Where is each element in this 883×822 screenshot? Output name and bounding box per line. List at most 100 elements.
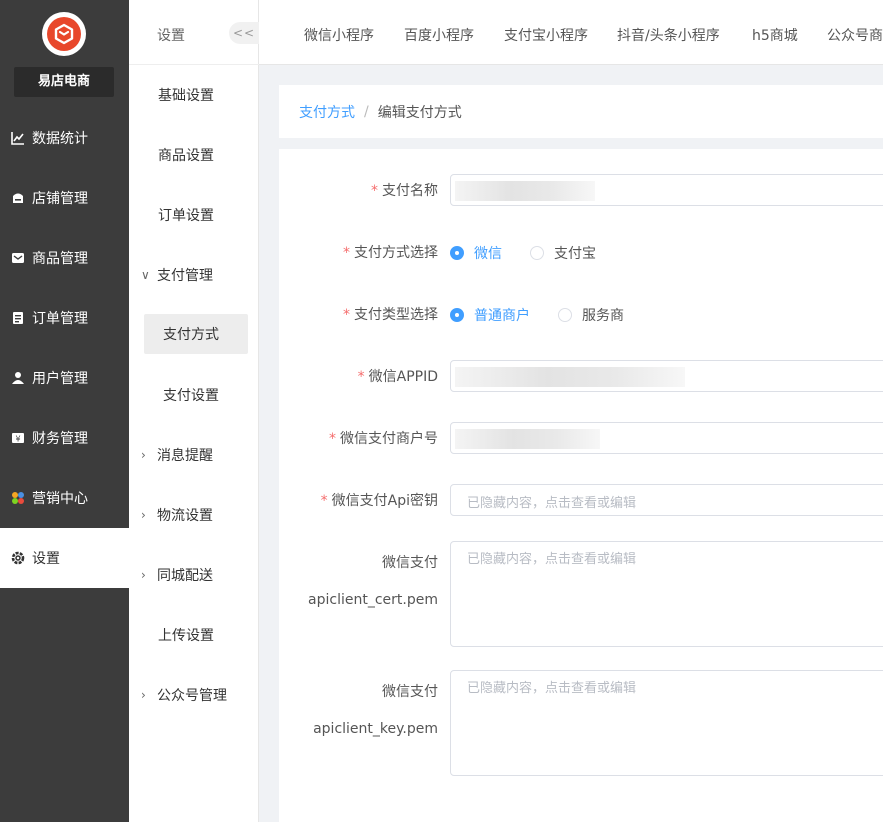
required-mark: * — [320, 493, 328, 509]
chevron-down-icon: ∨ — [141, 268, 150, 282]
submenu-label: 消息提醒 — [157, 448, 213, 464]
radio-normal-merchant-label[interactable]: 普通商户 — [474, 305, 530, 325]
nav-item-finance[interactable]: ¥ 财务管理 — [0, 408, 129, 468]
blurred-value — [455, 181, 595, 201]
nav-label: 订单管理 — [32, 311, 88, 327]
pay-type-label-text: 支付类型选择 — [354, 307, 438, 323]
marketing-icon — [11, 491, 25, 505]
appid-label: * 微信APPID — [358, 366, 438, 386]
api-key-input[interactable]: 已隐藏内容，点击查看或编辑 — [450, 484, 883, 516]
breadcrumb-parent-link[interactable]: 支付方式 — [299, 102, 355, 122]
platform-tabs: 微信小程序 百度小程序 支付宝小程序 抖音/头条小程序 h5商城 公众号商 — [259, 0, 883, 65]
submenu-label: 公众号管理 — [157, 688, 227, 704]
nav-item-marketing[interactable]: 营销中心 — [0, 468, 129, 528]
pay-type-label: * 支付类型选择 — [343, 304, 438, 324]
key-label-line2: apiclient_key.pem — [313, 721, 438, 737]
submenu-label: 支付管理 — [157, 268, 213, 284]
submenu-item-payment-method[interactable]: 支付方式 — [144, 314, 248, 354]
tab-official-account[interactable]: 公众号商 — [827, 25, 883, 45]
submenu-label: 支付方式 — [163, 327, 219, 343]
submenu-label: 上传设置 — [158, 628, 214, 644]
nav-item-users[interactable]: 用户管理 — [0, 348, 129, 408]
radio-normal-merchant[interactable] — [450, 308, 464, 322]
cert-placeholder: 已隐藏内容，点击查看或编辑 — [467, 552, 637, 567]
breadcrumb-separator: / — [364, 103, 369, 120]
collapse-button[interactable]: << — [229, 22, 259, 44]
pay-method-label: * 支付方式选择 — [343, 242, 438, 262]
yen-finance-icon: ¥ — [11, 431, 25, 445]
nav-label: 营销中心 — [32, 491, 88, 507]
required-mark: * — [357, 369, 365, 385]
brand-logo[interactable] — [42, 12, 86, 56]
appid-label-text: 微信APPID — [368, 369, 438, 385]
submenu-item-goods[interactable]: 商品设置 — [129, 135, 259, 175]
nav-item-goods[interactable]: 商品管理 — [0, 228, 129, 288]
submenu-item-messages[interactable]: › 消息提醒 — [129, 435, 259, 475]
submenu-title: 设置 — [157, 28, 185, 44]
chart-line-icon — [11, 131, 25, 145]
pay-name-label-text: 支付名称 — [382, 183, 438, 199]
chevron-right-icon: › — [141, 568, 146, 582]
submenu-label: 支付设置 — [163, 388, 219, 404]
submenu-label: 商品设置 — [158, 148, 214, 164]
submenu-item-orders[interactable]: 订单设置 — [129, 195, 259, 235]
tab-baidu-mini[interactable]: 百度小程序 — [404, 25, 474, 45]
submenu-item-official-account[interactable]: › 公众号管理 — [129, 675, 259, 715]
nav-label: 商品管理 — [32, 251, 88, 267]
pay-name-input[interactable] — [450, 174, 883, 206]
radio-wechat-label[interactable]: 微信 — [474, 243, 502, 263]
radio-service-provider[interactable] — [558, 308, 572, 322]
breadcrumb-current: 编辑支付方式 — [377, 104, 462, 121]
tab-douyin-mini[interactable]: 抖音/头条小程序 — [617, 25, 720, 45]
radio-service-provider-label[interactable]: 服务商 — [582, 305, 624, 325]
key-placeholder: 已隐藏内容，点击查看或编辑 — [467, 681, 637, 696]
store-icon — [11, 191, 25, 205]
radio-alipay-label[interactable]: 支付宝 — [554, 243, 596, 263]
nav-label: 设置 — [32, 551, 60, 567]
required-mark: * — [329, 431, 336, 447]
pay-method-label-text: 支付方式选择 — [354, 245, 438, 261]
appid-input[interactable] — [450, 360, 883, 392]
tab-h5-mall[interactable]: h5商城 — [752, 25, 798, 45]
chevron-right-icon: › — [141, 508, 146, 522]
merchant-id-input[interactable] — [450, 422, 883, 454]
order-list-icon — [11, 311, 25, 325]
tab-alipay-mini[interactable]: 支付宝小程序 — [504, 25, 588, 45]
nav-item-settings[interactable]: 设置 — [0, 528, 129, 588]
nav-item-orders[interactable]: 订单管理 — [0, 288, 129, 348]
nav-item-stats[interactable]: 数据统计 — [0, 108, 129, 168]
nav-label: 数据统计 — [32, 131, 88, 147]
submenu-item-upload[interactable]: 上传设置 — [129, 615, 259, 655]
pay-name-label: * 支付名称 — [371, 180, 438, 200]
nav-label: 用户管理 — [32, 371, 88, 387]
cert-pem-textarea[interactable]: 已隐藏内容，点击查看或编辑 — [450, 541, 883, 647]
radio-wechat[interactable] — [450, 246, 464, 260]
pay-type-radio-group: 普通商户 服务商 — [450, 305, 652, 325]
key-pem-textarea[interactable]: 已隐藏内容，点击查看或编辑 — [450, 670, 883, 776]
breadcrumb: 支付方式 / 编辑支付方式 — [279, 85, 883, 138]
radio-alipay[interactable] — [530, 246, 544, 260]
nav-label: 店铺管理 — [32, 191, 88, 207]
merchant-id-label: * 微信支付商户号 — [329, 428, 438, 448]
submenu-label: 同城配送 — [157, 568, 213, 584]
submenu-item-logistics[interactable]: › 物流设置 — [129, 495, 259, 535]
submenu-item-payment-mgmt[interactable]: ∨ 支付管理 — [129, 255, 259, 295]
submenu-item-local-delivery[interactable]: › 同城配送 — [129, 555, 259, 595]
chevron-right-icon: › — [141, 688, 146, 702]
chevron-right-icon: › — [141, 448, 146, 462]
submenu-item-payment-settings[interactable]: 支付设置 — [129, 375, 259, 415]
submenu-label: 订单设置 — [158, 208, 214, 224]
nav-item-store[interactable]: 店铺管理 — [0, 168, 129, 228]
merchant-id-label-text: 微信支付商户号 — [340, 431, 438, 447]
cert-label-line1: 微信支付 — [382, 555, 438, 571]
user-icon — [11, 371, 25, 385]
submenu-item-basic[interactable]: 基础设置 — [129, 75, 259, 115]
api-key-label: * 微信支付Api密钥 — [321, 490, 438, 510]
required-mark: * — [371, 183, 378, 199]
nav-label: 财务管理 — [32, 431, 88, 447]
submenu-label: 物流设置 — [157, 508, 213, 524]
payment-form: * 支付名称 * 支付方式选择 微信 支付宝 * 支付类型选择 普通商户 服务商 * 微… — [279, 149, 883, 822]
pay-method-radio-group: 微信 支付宝 — [450, 243, 624, 263]
settings-submenu: 设置 << 基础设置 商品设置 订单设置 ∨ 支付管理 支付方式 支付设置 › … — [129, 0, 259, 822]
tab-wechat-mini[interactable]: 微信小程序 — [304, 25, 374, 45]
